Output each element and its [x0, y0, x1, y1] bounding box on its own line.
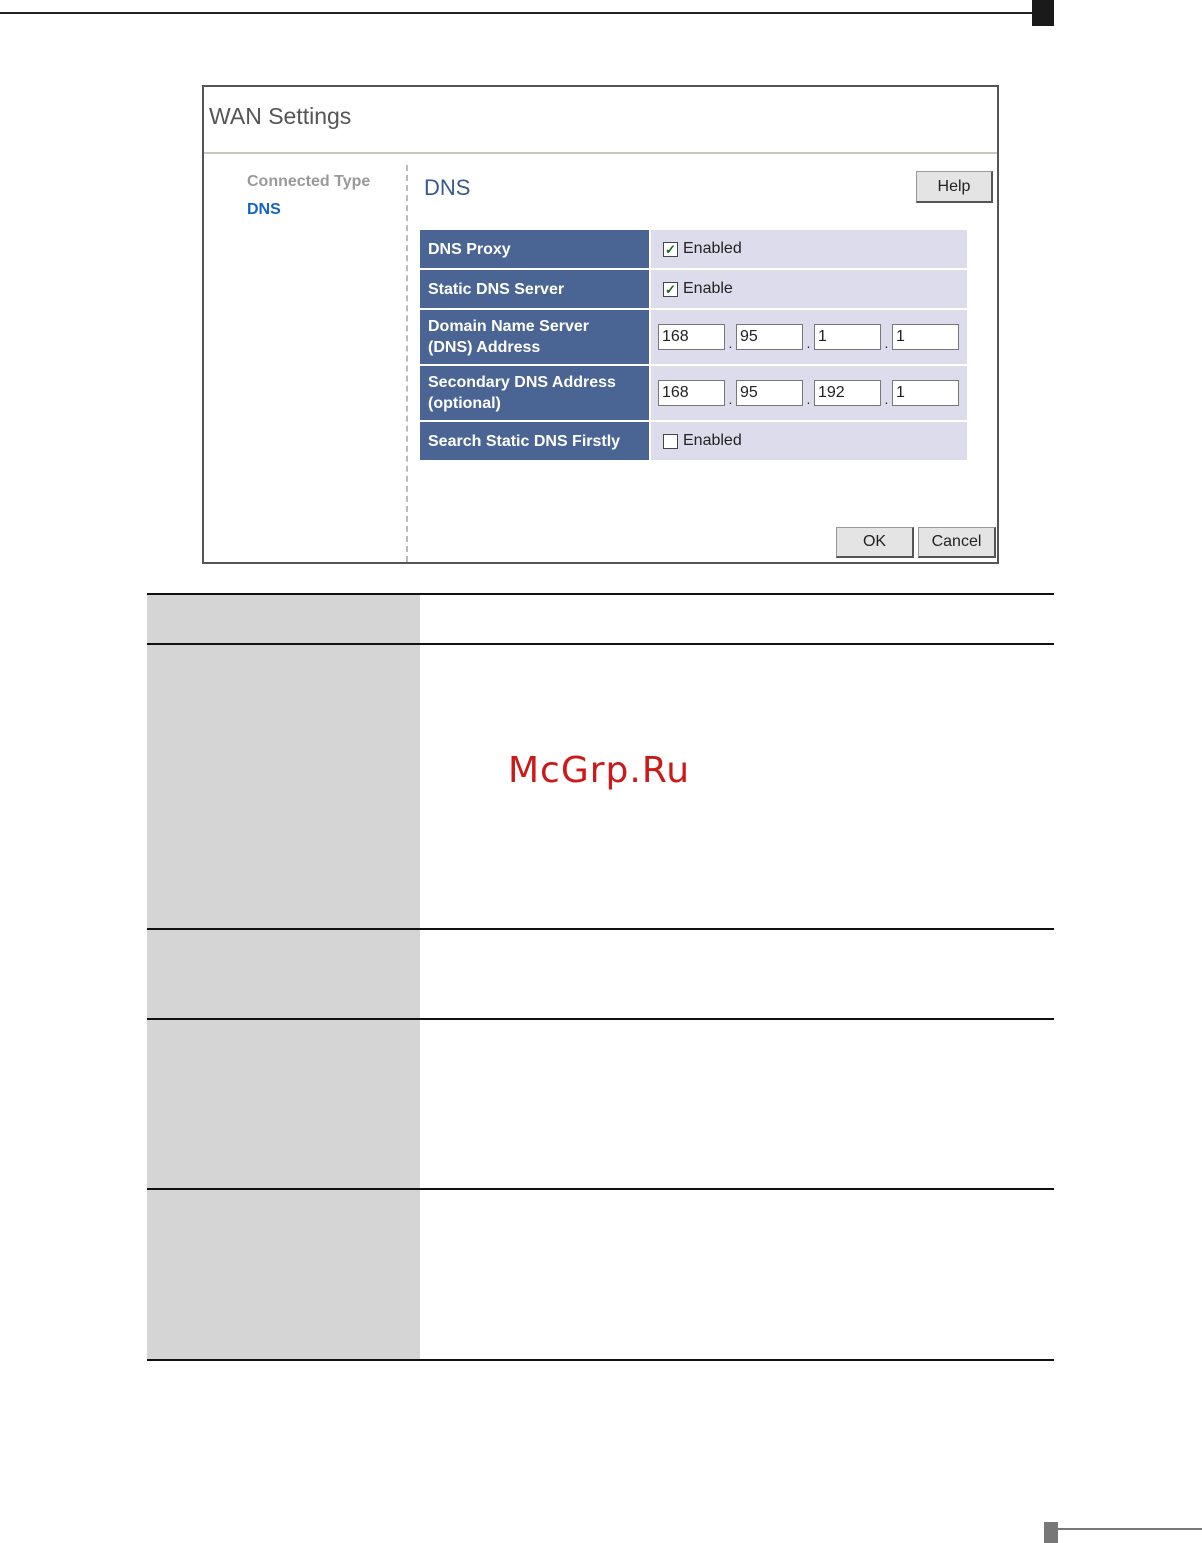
primary-dns-octet-1[interactable]: 168 — [658, 324, 725, 350]
primary-dns-label: Domain Name Server (DNS) Address — [420, 310, 649, 364]
primary-dns-ip: 168 . 95 . 1 . 1 — [658, 324, 959, 350]
title-divider — [204, 152, 997, 154]
sidebar-divider — [406, 165, 408, 562]
dns-settings-table: DNS Proxy ✓ Enabled Static DNS Server ✓ … — [420, 230, 967, 462]
table-row — [147, 1020, 1054, 1190]
table-row — [147, 1190, 1054, 1361]
page-tab-marker — [1032, 0, 1054, 26]
secondary-dns-octet-2[interactable]: 95 — [736, 380, 803, 406]
table-row-desc — [420, 1190, 1054, 1359]
table-row-label — [147, 595, 420, 643]
page-footer-rule — [1058, 1528, 1202, 1530]
table-row-desc — [420, 930, 1054, 1018]
primary-dns-octet-3[interactable]: 1 — [814, 324, 881, 350]
static-dns-label: Static DNS Server — [420, 270, 649, 308]
ip-separator: . — [884, 391, 889, 407]
static-dns-checkbox[interactable]: ✓ — [663, 281, 678, 297]
secondary-dns-row: Secondary DNS Address (optional) 168 . 9… — [420, 366, 967, 422]
wan-settings-window: WAN Settings Connected Type DNS DNS Help… — [202, 85, 999, 564]
page-footer-marker — [1044, 1522, 1058, 1543]
nav-item-dns[interactable]: DNS — [247, 201, 281, 219]
ip-separator: . — [806, 391, 811, 407]
primary-dns-label-line2: (DNS) Address — [428, 339, 541, 356]
secondary-dns-label: Secondary DNS Address (optional) — [420, 366, 649, 420]
primary-dns-value: 168 . 95 . 1 . 1 — [649, 310, 967, 364]
section-title: DNS — [424, 175, 471, 200]
search-static-checkbox[interactable] — [663, 433, 678, 449]
table-row-label — [147, 930, 420, 1018]
help-button[interactable]: Help — [916, 171, 993, 203]
primary-dns-octet-4[interactable]: 1 — [892, 324, 959, 350]
dns-proxy-checkbox[interactable]: ✓ — [663, 241, 678, 257]
search-static-option: Enabled — [683, 432, 742, 449]
static-dns-option: Enable — [683, 280, 733, 297]
dns-proxy-option: Enabled — [683, 240, 742, 257]
primary-dns-label-line1: Domain Name Server — [428, 318, 589, 335]
secondary-dns-octet-4[interactable]: 1 — [892, 380, 959, 406]
table-row-label — [147, 1190, 420, 1359]
table-row-label — [147, 1020, 420, 1188]
primary-dns-octet-2[interactable]: 95 — [736, 324, 803, 350]
dns-proxy-value: ✓ Enabled — [649, 230, 967, 268]
ip-separator: . — [728, 335, 733, 351]
ok-button[interactable]: OK — [836, 527, 914, 558]
secondary-dns-label-line2: (optional) — [428, 395, 501, 412]
table-row — [147, 930, 1054, 1020]
ip-separator: . — [806, 335, 811, 351]
table-row-desc — [420, 595, 1054, 643]
window-title: WAN Settings — [209, 103, 352, 129]
secondary-dns-value: 168 . 95 . 192 . 1 — [649, 366, 967, 420]
table-row — [147, 593, 1054, 645]
watermark-text: McGrp.Ru — [508, 750, 691, 791]
secondary-dns-ip: 168 . 95 . 192 . 1 — [658, 380, 959, 406]
secondary-dns-label-line1: Secondary DNS Address — [428, 374, 616, 391]
table-row-desc — [420, 1020, 1054, 1188]
secondary-dns-octet-3[interactable]: 192 — [814, 380, 881, 406]
dns-proxy-row: DNS Proxy ✓ Enabled — [420, 230, 967, 270]
primary-dns-row: Domain Name Server (DNS) Address 168 . 9… — [420, 310, 967, 366]
page-top-rule — [0, 12, 1040, 14]
static-dns-row: Static DNS Server ✓ Enable — [420, 270, 967, 310]
search-static-label: Search Static DNS Firstly — [420, 422, 649, 460]
search-static-value: Enabled — [649, 422, 967, 460]
dns-proxy-label: DNS Proxy — [420, 230, 649, 268]
description-table — [147, 593, 1054, 1361]
table-row-label — [147, 645, 420, 928]
nav-item-connected-type[interactable]: Connected Type — [247, 173, 370, 191]
search-static-row: Search Static DNS Firstly Enabled — [420, 422, 967, 462]
ip-separator: . — [728, 391, 733, 407]
secondary-dns-octet-1[interactable]: 168 — [658, 380, 725, 406]
cancel-button[interactable]: Cancel — [918, 527, 996, 558]
ip-separator: . — [884, 335, 889, 351]
static-dns-value: ✓ Enable — [649, 270, 967, 308]
